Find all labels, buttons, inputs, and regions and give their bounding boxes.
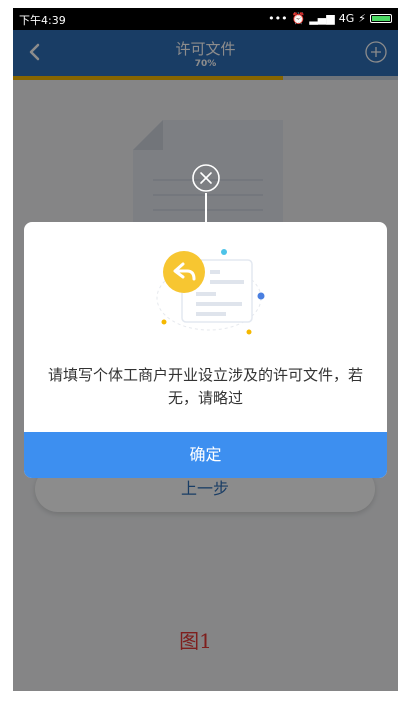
alarm-icon: ⏰ [291, 12, 306, 25]
charging-icon: ⚡ [358, 12, 366, 25]
tip-dialog: 请填写个体工商户开业设立涉及的许可文件，若无，请略过 确定 [24, 222, 387, 478]
dialog-message: 请填写个体工商户开业设立涉及的许可文件，若无，请略过 [47, 366, 363, 407]
close-circle-icon[interactable] [191, 163, 221, 193]
status-icons: ••• ⏰ ▂▄▆ 4G ⚡ [268, 12, 392, 25]
phone-screen: 下午4:39 ••• ⏰ ▂▄▆ 4G ⚡ 许可文件 70% 上一步 图1 请填… [13, 8, 398, 691]
status-bar: 下午4:39 ••• ⏰ ▂▄▆ 4G ⚡ [13, 8, 398, 30]
document-return-icon [156, 249, 265, 335]
battery-icon [370, 14, 392, 23]
status-time: 下午4:39 [19, 14, 66, 27]
more-dots-icon: ••• [268, 12, 288, 25]
confirm-button[interactable]: 确定 [24, 432, 387, 478]
close-connector [205, 193, 207, 223]
network-type: 4G [338, 12, 355, 25]
signal-icon: ▂▄▆ [309, 12, 335, 25]
